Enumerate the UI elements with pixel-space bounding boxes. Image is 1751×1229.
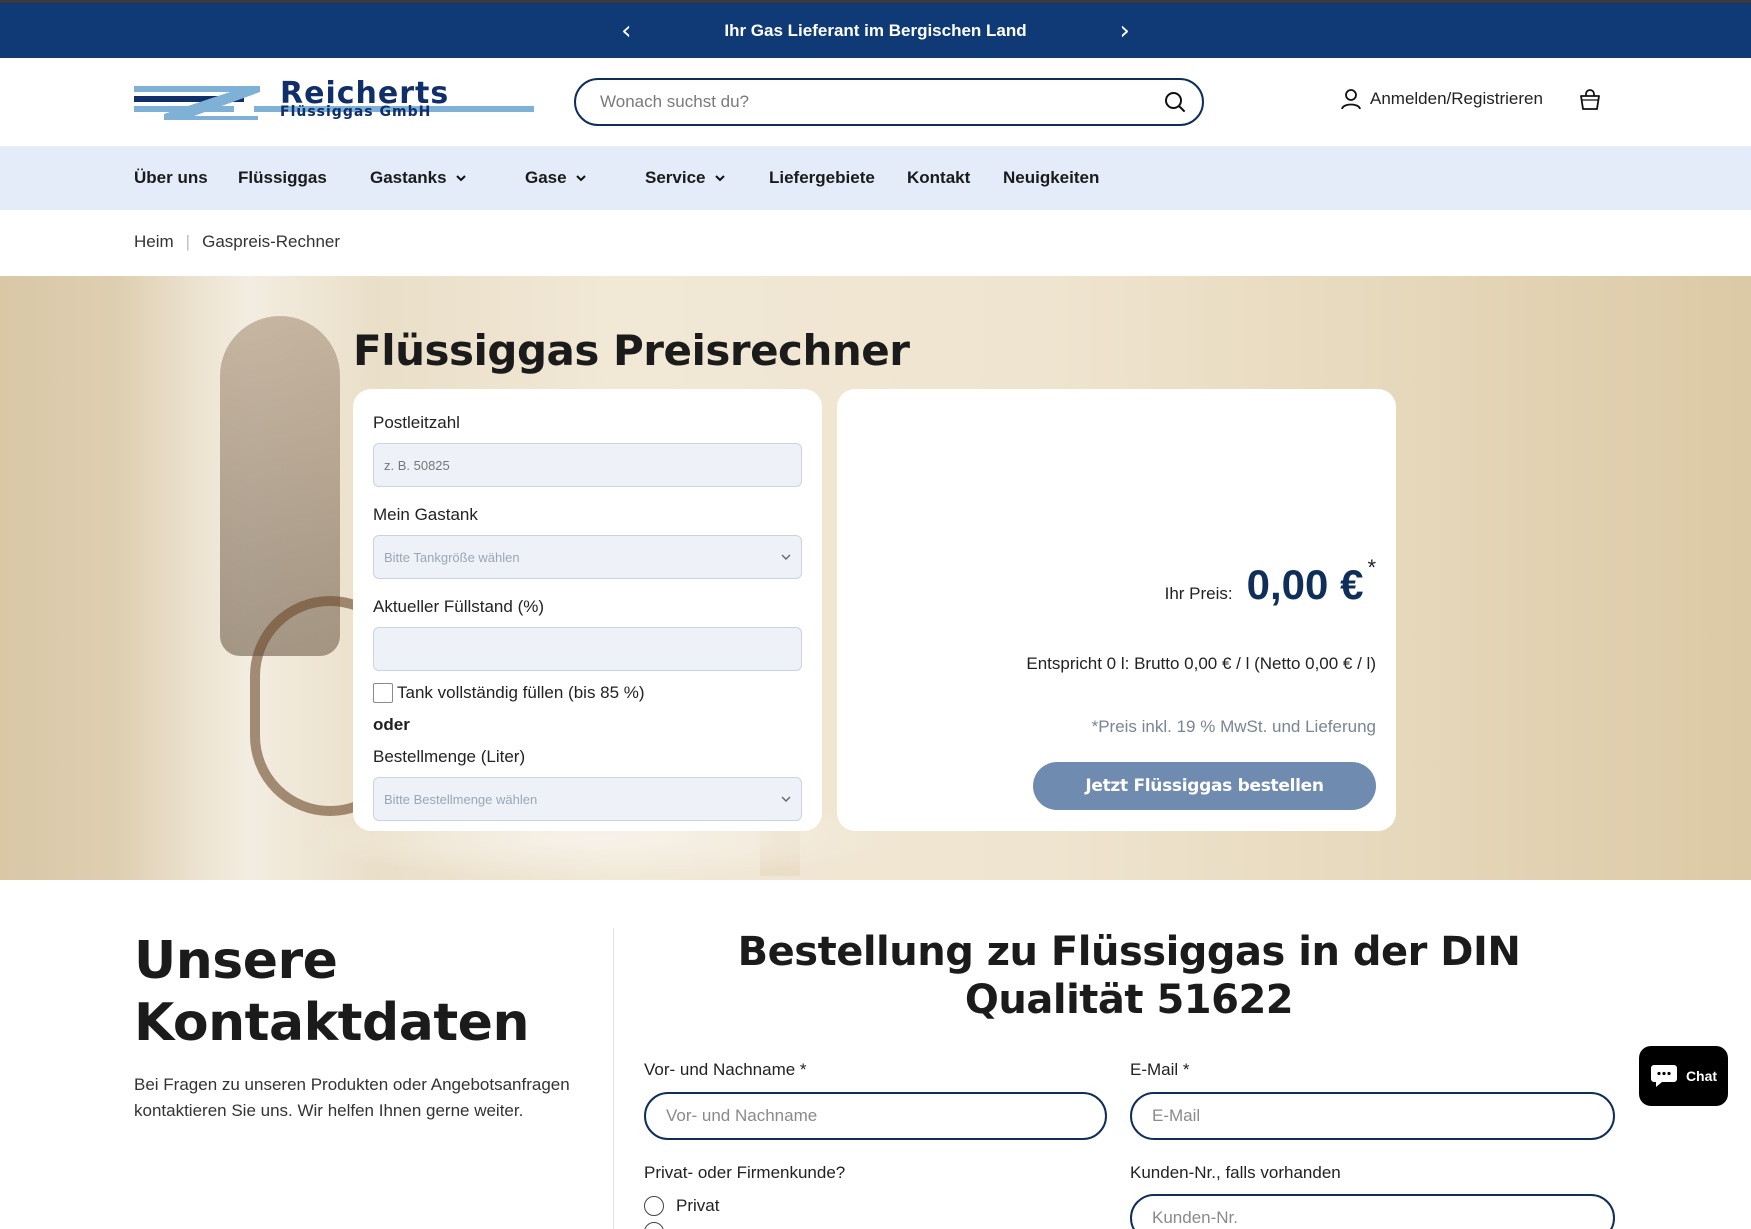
radio-private-label: Privat (676, 1196, 720, 1215)
chevron-right-icon[interactable]: › (1105, 16, 1145, 46)
email-label: E-Mail * (1130, 1060, 1190, 1079)
price-footnote-marker: * (1367, 555, 1376, 580)
fill-tank-checkbox[interactable] (373, 683, 393, 703)
nav-label: Kontakt (907, 168, 971, 187)
breadcrumb-separator: | (185, 232, 191, 251)
customer-number-field[interactable] (1130, 1194, 1615, 1229)
search-input[interactable] (600, 92, 1164, 112)
nav-item-neuigkeiten[interactable]: Neuigkeiten (1003, 146, 1099, 210)
search-box[interactable] (574, 78, 1204, 126)
customer-number-label: Kunden-Nr., falls vorhanden (1130, 1163, 1341, 1182)
fill-tank-label: Tank vollständig füllen (bis 85 %) (397, 683, 645, 702)
breadcrumb-home[interactable]: Heim (134, 232, 174, 252)
nav-item-service[interactable]: Service (645, 146, 726, 210)
breadcrumb: Heim | Gaspreis-Rechner (134, 232, 340, 252)
tank-select[interactable]: Bitte Tankgröße wählen (373, 535, 802, 579)
name-input[interactable] (666, 1106, 1085, 1126)
logo[interactable]: Reicherts Flüssiggas GmbH (134, 76, 534, 120)
chevron-down-icon (781, 554, 791, 560)
nav-label: Gastanks (370, 168, 447, 187)
site-header: Reicherts Flüssiggas GmbH Anmelden/Regis… (0, 58, 1751, 146)
nav-label: Liefergebiete (769, 168, 875, 187)
customer-type-label: Privat- oder Firmenkunde? (644, 1163, 846, 1182)
radio-option-private[interactable]: Privat (644, 1196, 719, 1216)
nav-label: Neuigkeiten (1003, 168, 1100, 187)
nav-item-liefergebiete[interactable]: Liefergebiete (769, 146, 875, 210)
chat-bubble-icon (1650, 1065, 1677, 1087)
contact-title: Unsere Kontaktdaten (134, 930, 529, 1054)
shopping-bag-icon (1580, 89, 1600, 110)
breadcrumb-current: Gaspreis-Rechner (202, 232, 341, 251)
price-label: Ihr Preis: (1164, 584, 1233, 603)
contact-title-line-1: Unsere (134, 931, 338, 991)
announcement-text: Ihr Gas Lieferant im Bergischen Land (724, 20, 1027, 40)
nav-label: Flüssiggas (238, 168, 327, 187)
radio-business[interactable] (644, 1222, 664, 1229)
price-note: *Preis inkl. 19 % MwSt. und Lieferung (1091, 717, 1376, 736)
announcement-bar: ‹ Ihr Gas Lieferant im Bergischen Land › (0, 0, 1751, 58)
order-gas-button[interactable]: Jetzt Flüssiggas bestellen (1033, 762, 1376, 810)
login-link[interactable]: Anmelden/Registrieren (1340, 88, 1543, 110)
name-field[interactable] (644, 1092, 1107, 1140)
nav-item-gase[interactable]: Gase (525, 146, 587, 210)
chat-button[interactable]: Chat (1639, 1046, 1728, 1106)
fill-tank-option[interactable]: Tank vollständig füllen (bis 85 %) (373, 683, 802, 703)
customer-number-input[interactable] (1152, 1208, 1593, 1228)
price-value: 0,00 € (1246, 561, 1364, 608)
email-field[interactable] (1130, 1092, 1615, 1140)
user-icon (1341, 89, 1361, 110)
cart-button[interactable] (1578, 88, 1602, 117)
chevron-left-icon[interactable]: ‹ (606, 16, 646, 46)
section-divider (613, 928, 614, 1229)
amount-label: Bestellmenge (Liter) (373, 747, 526, 766)
logo-sub-text: Flüssiggas GmbH (280, 104, 432, 120)
amount-select-value: Bitte Bestellmenge wählen (384, 791, 538, 807)
chevron-down-icon (455, 175, 466, 182)
plz-label: Postleitzahl (373, 413, 460, 432)
calculator-title: Flüssiggas Preisrechner (353, 326, 910, 375)
radio-option-business[interactable] (644, 1222, 676, 1229)
price-equivalent: Entspricht 0 l: Brutto 0,00 € / l (Netto… (1026, 654, 1376, 673)
nav-label: Gase (525, 168, 567, 187)
chat-label: Chat (1685, 1068, 1718, 1084)
name-label: Vor- und Nachname * (644, 1060, 807, 1079)
price-display: Ihr Preis: 0,00 € * (1164, 555, 1376, 609)
nav-item-gastanks[interactable]: Gastanks (370, 146, 467, 210)
amount-select[interactable]: Bitte Bestellmenge wählen (373, 777, 802, 821)
fill-level-input[interactable] (384, 641, 791, 657)
chevron-down-icon (575, 175, 586, 182)
radio-private[interactable] (644, 1196, 664, 1216)
login-label: Anmelden/Registrieren (1370, 89, 1543, 108)
fill-level-label: Aktueller Füllstand (%) (373, 597, 545, 616)
search-icon[interactable] (1164, 91, 1186, 113)
plz-field[interactable] (373, 443, 802, 487)
tank-label: Mein Gastank (373, 505, 478, 524)
nav-item-ueber-uns[interactable]: Über uns (134, 146, 208, 210)
chevron-down-icon (714, 175, 725, 182)
nav-label: Service (645, 168, 706, 187)
nav-label: Über uns (134, 168, 208, 187)
plz-input[interactable] (384, 457, 791, 473)
nav-item-kontakt[interactable]: Kontakt (907, 146, 970, 210)
chevron-down-icon (781, 796, 791, 802)
contact-title-line-2: Kontaktdaten (134, 993, 529, 1053)
email-input[interactable] (1152, 1106, 1593, 1126)
fill-level-field[interactable] (373, 627, 802, 671)
calculator-form-card: Postleitzahl Mein Gastank Bitte Tankgröß… (353, 389, 822, 831)
order-form-title: Bestellung zu Flüssiggas in der DIN Qual… (737, 929, 1521, 1023)
price-result-card: Ihr Preis: 0,00 € * Entspricht 0 l: Brut… (837, 389, 1396, 831)
contact-description: Bei Fragen zu unseren Produkten oder Ang… (134, 1075, 570, 1120)
or-separator: oder (373, 715, 410, 734)
main-nav: Über uns Flüssiggas Gastanks Gase Servic… (0, 146, 1751, 210)
nav-item-fluessiggas[interactable]: Flüssiggas (238, 146, 327, 210)
tank-select-value: Bitte Tankgröße wählen (384, 549, 520, 565)
